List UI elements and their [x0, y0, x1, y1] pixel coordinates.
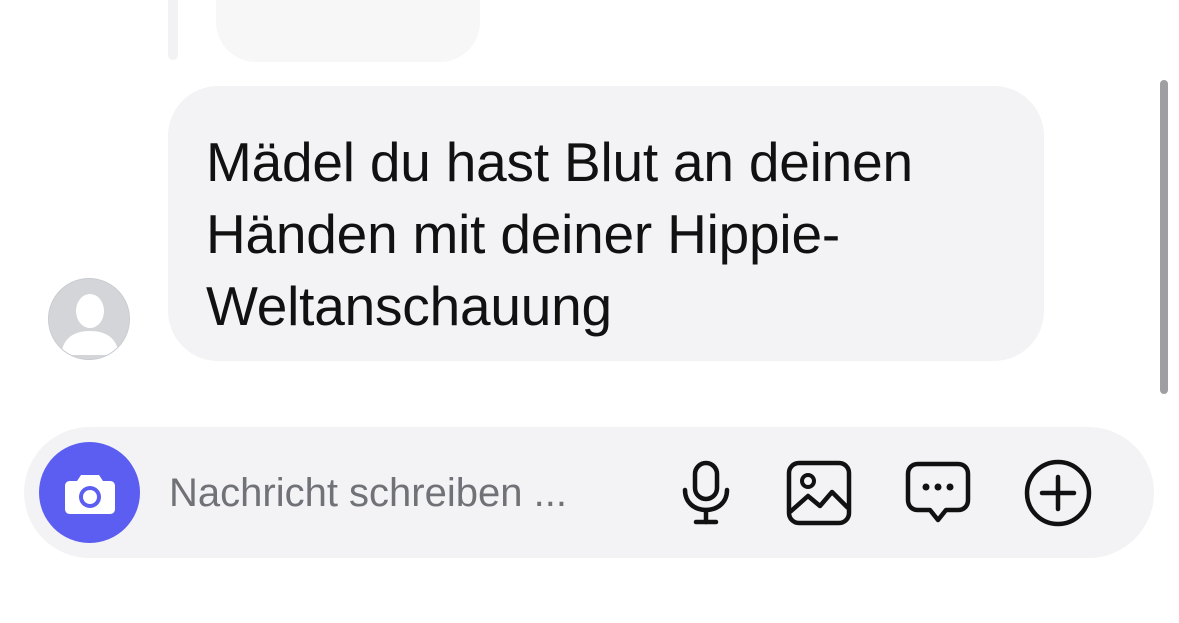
add-button[interactable] — [1022, 457, 1094, 529]
camera-icon — [64, 474, 115, 514]
previous-message-bubble[interactable] — [216, 0, 480, 62]
microphone-icon — [682, 460, 730, 525]
message-line: Händen mit deiner Hippie- — [206, 203, 840, 265]
image-button[interactable] — [783, 457, 855, 529]
previous-message-thread-line — [168, 0, 178, 60]
message-bubble[interactable]: Mädel du hast Blut an deinen Händen mit … — [168, 86, 1044, 361]
default-avatar-icon — [49, 279, 129, 359]
camera-button[interactable] — [39, 442, 140, 543]
microphone-button[interactable] — [670, 457, 742, 529]
message-line: Weltanschauung — [206, 275, 612, 337]
message-text: Mädel du hast Blut an deinen Händen mit … — [206, 126, 1016, 342]
scrollbar[interactable] — [1160, 80, 1168, 394]
avatar[interactable] — [48, 278, 130, 360]
chat-screen: Mädel du hast Blut an deinen Händen mit … — [0, 0, 1179, 623]
message-input[interactable] — [169, 465, 649, 521]
plus-circle-icon — [1024, 459, 1092, 527]
image-icon — [786, 460, 852, 526]
message-composer — [24, 427, 1154, 558]
chat-bubble-icon — [905, 461, 971, 523]
chat-button[interactable] — [902, 457, 974, 529]
message-line: Mädel du hast Blut an deinen — [206, 131, 913, 193]
